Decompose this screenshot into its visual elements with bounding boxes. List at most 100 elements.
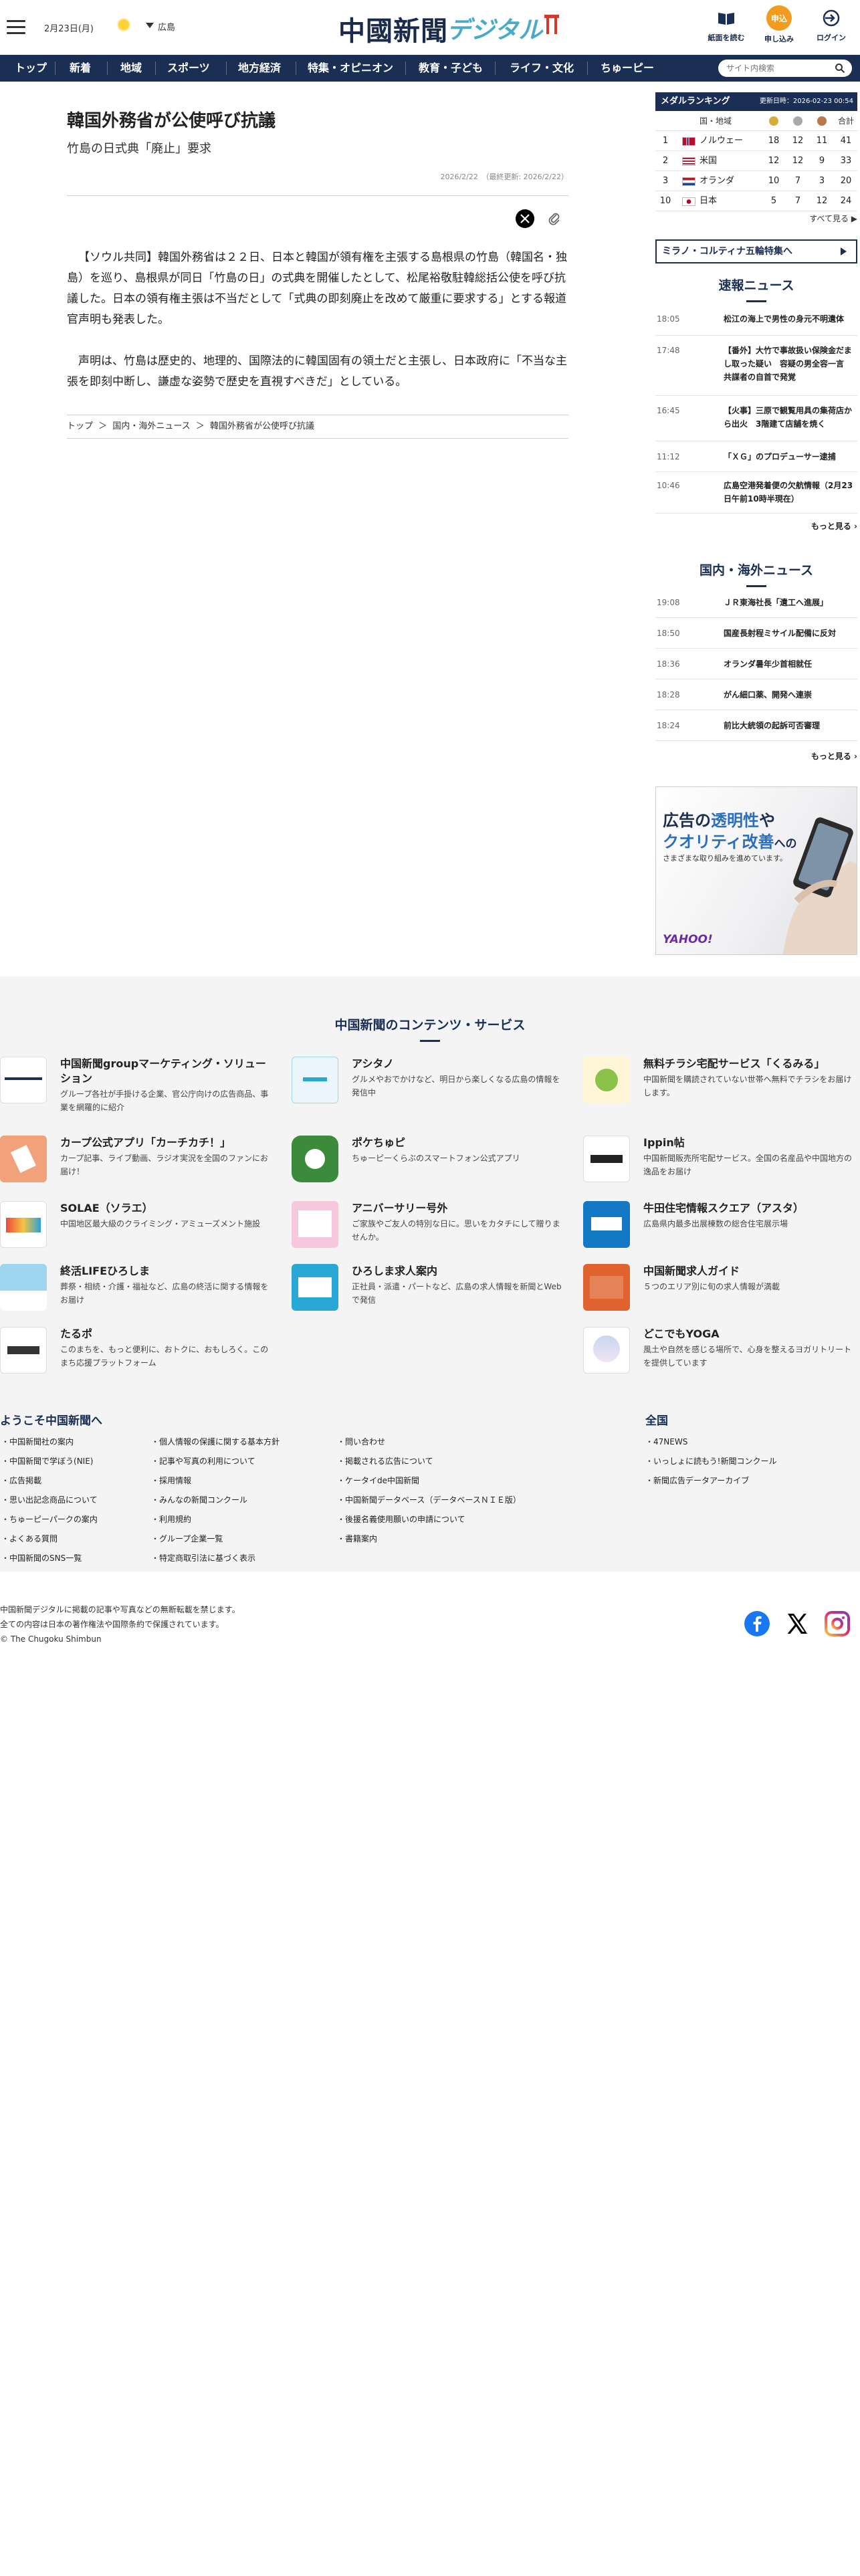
service-item[interactable]: たるポ このまちを、もっと便利に、おトクに、おもしろく。このまち応援プラットフォ… [0,1327,274,1380]
netherlands-flag-icon [682,177,695,186]
news-item[interactable]: 11:12 「ＸＧ」のプロデューサー逮捕 [655,441,857,472]
x-share-icon[interactable] [516,209,534,228]
world-news-more-link[interactable]: もっと見る › [655,750,857,762]
area-dropdown-icon[interactable] [146,23,154,28]
site-search[interactable] [718,60,852,77]
service-item[interactable]: 中国新聞groupマーケティング・ソリューション グループ各社が手掛ける企業、官… [0,1057,274,1112]
footer-link[interactable]: 広告掲載 [1,1473,98,1492]
flash-news-list: 18:05 松江の海上で男性の身元不明遺体 17:48 【番外】大竹で事故扱い保… [655,302,857,514]
footer-link[interactable]: いっしょに読もう!新聞コンクール [645,1453,776,1473]
news-item[interactable]: 19:08 ＪＲ東海社長「遺工へ進展」 [655,587,857,618]
nav-divider [405,62,406,75]
news-item[interactable]: 18:50 国産長射程ミサイル配備に反対 [655,618,857,649]
medal-see-all-link[interactable]: すべて見る ▶ [655,211,857,226]
tarupo-logo-icon [0,1327,47,1374]
news-item[interactable]: 18:36 オランダ暑年少首相就任 [655,649,857,679]
footer-link[interactable]: ちゅーピーパークの案内 [1,1511,98,1531]
footer-link[interactable]: 中国新聞のSNS一覧 [1,1550,98,1570]
service-item[interactable]: 中国新聞求人ガイド ５つのエリア別に旬の求人情報が満載 [583,1264,857,1317]
nav-economy[interactable]: 地方経済 [238,55,281,82]
service-item[interactable]: Ippin帖 中国新聞販売所宅配サービス。全国の名産品や中国地方の逸品をお届け [583,1136,857,1189]
footer-link[interactable]: 採用情報 [151,1473,280,1492]
nav-feature[interactable]: 特集・オピニオン [308,55,393,82]
search-input[interactable] [726,62,827,75]
login-button[interactable]: ログイン [804,5,858,43]
arrow-right-icon [841,247,847,255]
service-item[interactable]: アニバーサリー号外 ご家族やご友人の特別な日に。思いをカタチにして贈りませんか。 [292,1201,566,1255]
footer-link[interactable]: 掲載される広告について [337,1453,521,1473]
footer-link[interactable]: ケータイde中国新聞 [337,1473,521,1492]
footer-link[interactable]: 特定商取引法に基づく表示 [151,1550,280,1570]
service-item[interactable]: SOLAE（ソラエ） 中国地区最大級のクライミング・アミューズメント施設 [0,1201,274,1255]
news-item[interactable]: 10:46 広島空港発着便の欠航情報（2月23日午前10時半現在） [655,472,857,514]
breadcrumb-world-news[interactable]: 国内・海外ニュース [112,421,190,431]
news-item[interactable]: 18:05 松江の海上で男性の身元不明遺体 [655,302,857,336]
news-item[interactable]: 18:28 がん細口薬、開発へ連崇 [655,679,857,710]
footer-link[interactable]: 利用規約 [151,1511,280,1531]
footer-link[interactable]: 問い合わせ [337,1434,521,1453]
signup-icon: 申込 [766,5,792,31]
hiroshima-kyujin-icon [292,1264,338,1311]
breadcrumb-separator: ＞ [195,421,205,431]
footer-link[interactable]: 個人情報の保護に関する基本方針 [151,1434,280,1453]
news-item[interactable]: 17:48 【番外】大竹で事故扱い保険金だまし取った疑い 容疑の男全容一言 共謀… [655,336,857,396]
ad-headline: クオリティ改善への [663,833,797,851]
instagram-icon[interactable] [824,1610,851,1637]
nav-sports[interactable]: スポーツ [167,55,210,82]
signup-button[interactable]: 申込 申し込み [752,5,806,44]
nav-divider [55,62,56,75]
breadcrumb-current: 韓国外務省が公使呼び抗議 [209,421,314,431]
footer-link[interactable]: 47NEWS [645,1434,776,1453]
footer-link[interactable]: グループ企業一覧 [151,1531,280,1550]
service-item[interactable]: ポケちゅピ ちゅーピーくらぶのスマートフォン公式アプリ [292,1136,566,1189]
nav-divider [226,62,227,75]
search-icon[interactable] [835,63,845,74]
service-item[interactable]: 牛田住宅情報スクエア（アスタ） 広島県内最多出展棟数の総合住宅展示場 [583,1201,857,1255]
footer-link[interactable]: 中国新聞社の案内 [1,1434,98,1453]
service-item[interactable]: 終活LIFEひろしま 葬祭・相続・介護・福祉など、広島の終活に関する情報をお届け [0,1264,274,1317]
service-item[interactable]: どこでもYOGA 風土や自然を感じる場所で、心身を整えるヨガリトリートを提供して… [583,1327,857,1380]
usa-flag-icon [682,157,695,166]
service-item[interactable]: カープ公式アプリ「カーチカチ！」 カープ記事、ライブ動画、ラジオ実況を全国のファ… [0,1136,274,1189]
footer-link[interactable]: 中国新聞データベース（データベースＮＩＥ版） [337,1492,521,1511]
service-item[interactable]: アシタノ グルメやおでかけなど、明日から楽しくなる広島の情報を発信中 [292,1057,566,1110]
link-copy-icon[interactable] [546,211,562,227]
pokechupi-app-icon [292,1136,338,1182]
service-item[interactable]: 無料チラシ宅配サービス「くるみる」 中国新聞を購読されていない世帯へ無料でチラシ… [583,1057,857,1110]
nav-new[interactable]: 新着 [70,55,91,82]
facebook-icon[interactable] [744,1610,770,1637]
kyujin-guide-icon [583,1264,630,1311]
x-icon[interactable] [784,1610,811,1637]
news-item[interactable]: 18:24 前比大統領の起訴可否審理 [655,710,857,741]
nav-region[interactable]: 地域 [120,55,142,82]
footer-link[interactable]: よくある質問 [1,1531,98,1550]
footer-link[interactable]: 記事や写真の利用について [151,1453,280,1473]
advertisement-banner[interactable]: 広告の透明性や クオリティ改善への さまざまな取り組みを進めています。 YAHO… [655,786,857,955]
footer-link[interactable]: 書籍案内 [337,1531,521,1550]
olympics-feature-button[interactable]: ミラノ・コルティナ五輪特集へ [655,239,857,263]
footer-link[interactable]: 思い出記念商品について [1,1492,98,1511]
area-selector[interactable]: 広島 [158,20,175,33]
nav-divider [155,62,156,75]
copyright-notice: 中国新聞デジタルに掲載の記事や写真などの無断転載を禁じます。 全ての内容は日本の… [0,1605,240,1644]
news-item[interactable]: 16:45 【火事】三原で観覧用具の集荷店から出火 3階建て店舗を焼く [655,396,857,441]
nav-chupi[interactable]: ちゅーピー [601,55,654,82]
medal-row: 3 オランダ 10 7 3 20 [655,171,857,191]
flash-news-title: 速報ニュース [655,276,857,302]
nav-education[interactable]: 教育・子ども [419,55,483,82]
breadcrumb-top[interactable]: トップ [67,421,93,431]
service-item[interactable]: ひろしま求人案内 正社員・派遣・パートなど、広島の求人情報を新聞とWebで発信 [292,1264,566,1317]
read-paper-button[interactable]: 紙面を読む [700,5,753,43]
nav-top[interactable]: トップ [15,55,47,82]
footer-link[interactable]: 後援名義使用願いの申請について [337,1511,521,1531]
medal-row: 2 米国 12 12 9 33 [655,151,857,171]
nav-life[interactable]: ライフ・文化 [510,55,574,82]
footer-link[interactable]: 中国新聞で学ぼう(NIE) [1,1453,98,1473]
anniversary-gogai-icon [292,1201,338,1248]
site-logo[interactable]: 中國新聞 デジタル [338,9,559,47]
footer-link[interactable]: みんなの新聞コンクール [151,1492,280,1511]
menu-icon[interactable] [7,20,25,34]
header-date: 2月23日(月) [44,24,94,34]
footer-link[interactable]: 新聞広告データアーカイブ [645,1473,776,1492]
flash-news-more-link[interactable]: もっと見る › [655,520,857,532]
